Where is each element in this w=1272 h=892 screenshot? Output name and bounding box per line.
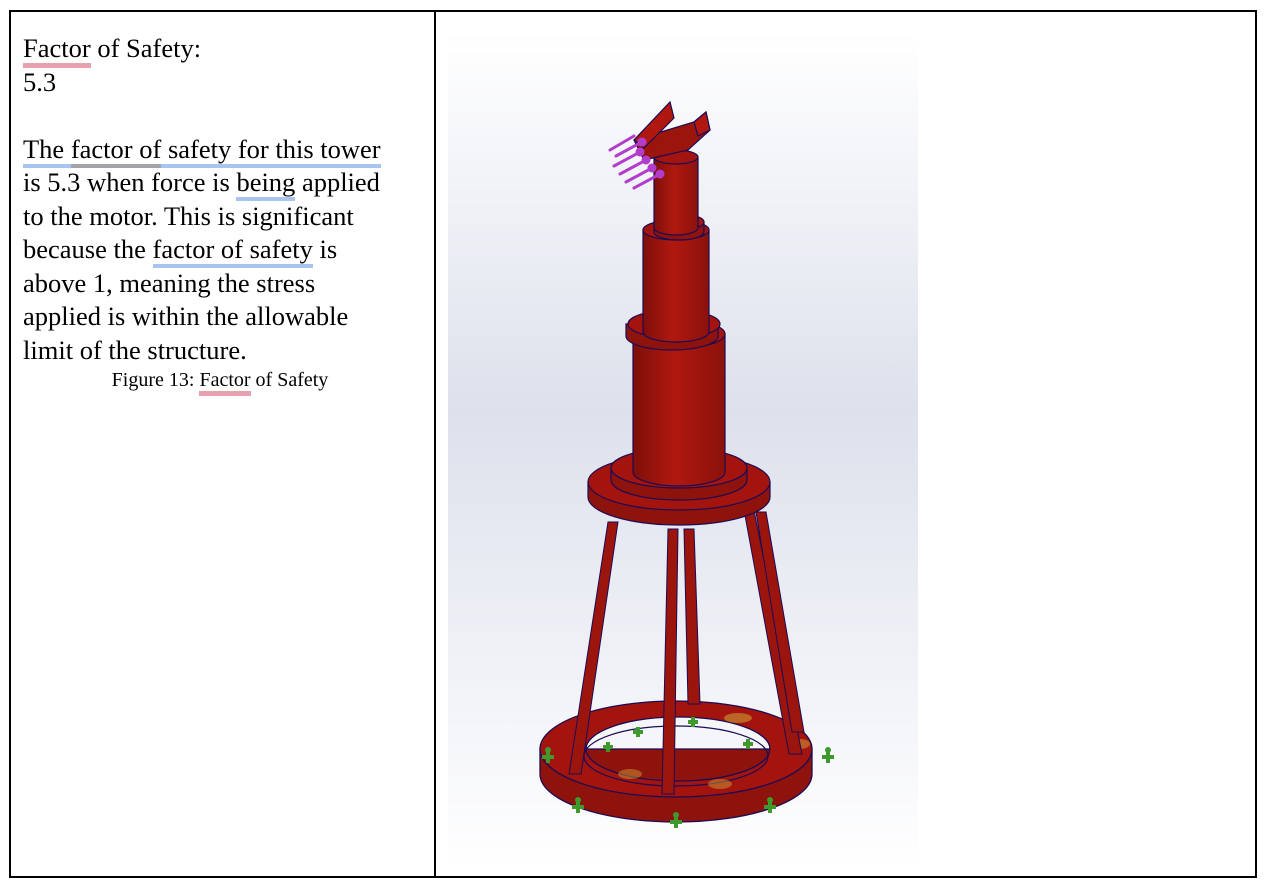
grammar-underline: factor — [70, 133, 133, 168]
description-line-1: The factor of safety for this tower — [23, 133, 423, 168]
figure-cell — [448, 32, 918, 872]
description-line-6: applied is within the allowable — [23, 301, 349, 331]
heading: Factor of Safety: — [23, 32, 423, 68]
description-line-7: limit of the structure. — [23, 334, 247, 365]
grammar-underline-fos: factor of safety — [152, 234, 313, 268]
spell-underline-caption: Factor — [199, 369, 251, 396]
document-table: Factor of Safety: 5.3 The factor of safe… — [9, 10, 1257, 878]
figure-caption: Figure 13: Factor of Safety — [23, 367, 423, 396]
cell-divider — [434, 12, 436, 876]
description-line-5: above 1, meaning the stress — [23, 267, 316, 298]
grammar-underline-blue: safety for this tower — [161, 133, 381, 168]
stress-hotspot — [724, 713, 752, 723]
description-line-4: because the factor of safety is — [23, 233, 423, 268]
tower-fos-render — [448, 32, 918, 872]
text-cell: Factor of Safety: 5.3 The factor of safe… — [23, 32, 423, 396]
description-line-2: is 5.3 when force is being applied — [23, 166, 423, 201]
fos-value: 5.3 — [23, 66, 57, 97]
stress-hotspot — [708, 779, 732, 789]
stress-hotspot — [618, 769, 642, 779]
grammar-underline-being: being — [236, 167, 296, 201]
description-line-3: to the motor. This is significant — [23, 200, 354, 231]
spell-underline-factor: Factor — [23, 33, 91, 68]
